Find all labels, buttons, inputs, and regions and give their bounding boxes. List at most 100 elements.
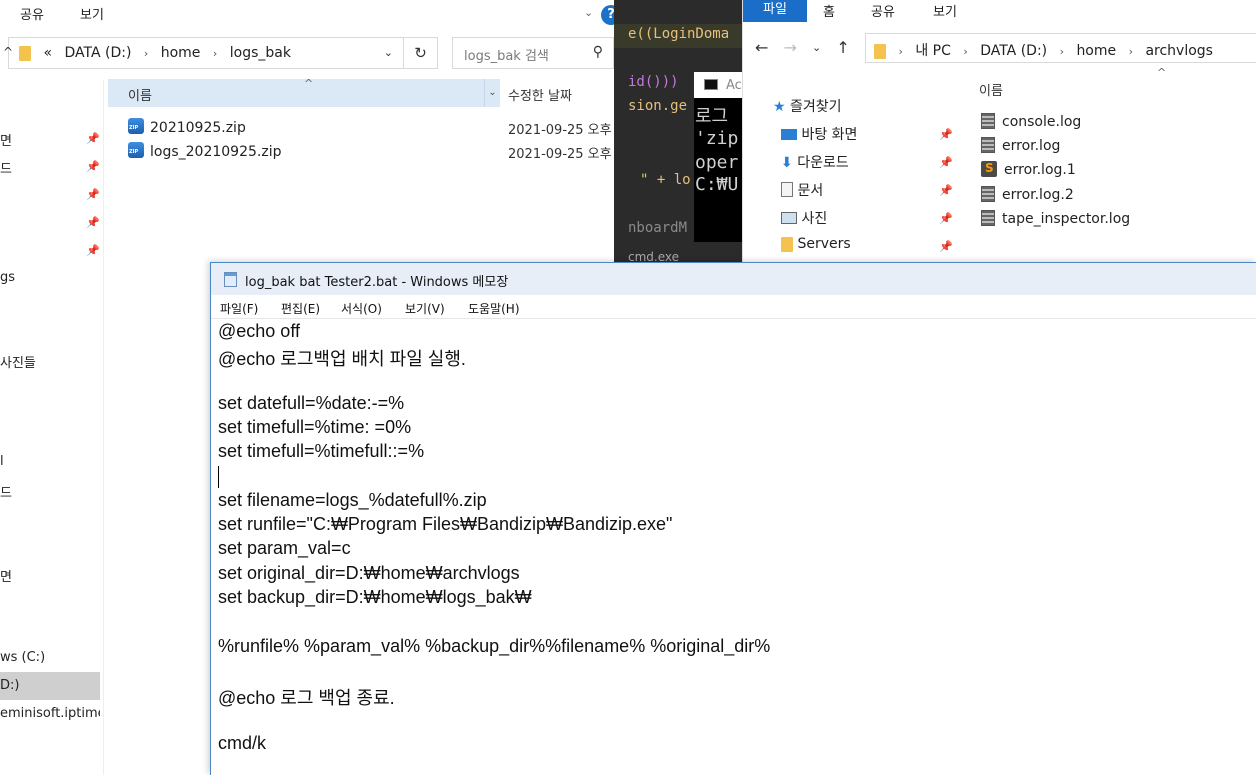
navigation-pane: 면 📌 드 📌 📌 📌 📌 gs 사진들 l 드 면 ws (C:) D:) e…	[0, 80, 104, 775]
text-line: %runfile% %param_val% %backup_dir%%filen…	[218, 636, 771, 656]
file-row[interactable]: logs_20210925.zip	[128, 142, 281, 160]
search-icon[interactable]: ⚲	[593, 44, 603, 60]
file-name: error.log	[1002, 138, 1061, 154]
pin-icon: 📌	[86, 188, 100, 201]
address-dropdown-icon[interactable]: ⌄	[384, 46, 393, 59]
file-row[interactable]: error.log.1	[981, 161, 1076, 178]
up-arrow-icon[interactable]: ^	[3, 45, 13, 59]
back-arrow-icon[interactable]: ←	[755, 38, 768, 57]
sort-up-icon: ^	[304, 77, 314, 90]
forward-arrow-icon[interactable]: →	[784, 38, 797, 57]
log-file-icon	[981, 113, 995, 129]
file-row[interactable]: error.log.2	[981, 186, 1074, 203]
nav-item[interactable]: 드	[0, 158, 100, 177]
nav-item-network[interactable]: eminisoft.iptime	[0, 706, 100, 721]
nav-item[interactable]: 면	[0, 566, 100, 585]
chevron-right-icon: ›	[143, 47, 149, 60]
menu-file[interactable]: 파일(F)	[220, 300, 258, 317]
file-row[interactable]: console.log	[981, 113, 1081, 130]
nav-item[interactable]: 드	[0, 482, 100, 501]
nav-label: 바탕 화면	[801, 127, 858, 143]
ribbon-expand-chevron-icon[interactable]: ⌄	[584, 6, 593, 19]
nav-item-quick-access[interactable]: ★ 즐겨찾기	[773, 96, 842, 116]
nav-item[interactable]: gs	[0, 270, 100, 285]
nav-item[interactable]: 면	[0, 130, 100, 149]
breadcrumb-drive[interactable]: DATA (D:)	[64, 45, 131, 61]
nav-item[interactable]: l	[0, 454, 100, 469]
ribbon-tab-share[interactable]: 공유	[20, 4, 44, 23]
text-line: set datefull=%date:-=%	[218, 393, 405, 413]
chevron-right-icon: ›	[1128, 45, 1133, 58]
address-bar[interactable]: › 내 PC › DATA (D:) › home › archvlogs	[865, 33, 1256, 63]
menu-help[interactable]: 도움말(H)	[468, 300, 520, 317]
file-row[interactable]: tape_inspector.log	[981, 210, 1130, 227]
nav-label: 다운로드	[797, 155, 849, 171]
file-name: error.log.1	[1004, 162, 1076, 178]
nav-label: 즐겨찾기	[790, 99, 842, 115]
nav-item[interactable]: 사진들	[0, 352, 100, 371]
desktop-icon	[781, 129, 797, 140]
breadcrumb-home[interactable]: home	[161, 45, 201, 61]
nav-item-servers[interactable]: Servers	[781, 236, 851, 252]
nav-item-drive-d[interactable]: D:)	[0, 672, 100, 700]
text-line: @echo off	[218, 321, 300, 341]
pin-icon: 📌	[939, 240, 953, 253]
recent-dropdown-icon[interactable]: ⌄	[812, 41, 821, 54]
log-file-icon	[981, 137, 995, 153]
ribbon: 파일 홈 공유 보기	[743, 0, 1256, 22]
sublime-text-icon	[981, 161, 997, 177]
file-row[interactable]: 20210925.zip	[128, 118, 246, 136]
breadcrumb-overflow[interactable]: «	[43, 45, 52, 61]
menu-format[interactable]: 서식(O)	[341, 300, 382, 317]
folder-icon	[781, 236, 793, 252]
search-box[interactable]: logs_bak 검색 ⚲	[452, 37, 614, 69]
notepad-icon	[224, 272, 237, 287]
code-line: sion.ge	[628, 98, 688, 114]
pictures-icon	[781, 212, 797, 224]
nav-item-drive-c[interactable]: ws (C:)	[0, 650, 100, 665]
text-line: set timefull=%time: =0%	[218, 417, 412, 437]
ribbon-tab-file[interactable]: 파일	[743, 0, 807, 22]
ribbon-tab-view[interactable]: 보기	[80, 4, 104, 23]
breadcrumb-drive[interactable]: DATA (D:)	[980, 43, 1047, 59]
column-header-name[interactable]: 이름 ^	[108, 77, 484, 107]
nav-item-downloads[interactable]: ⬇ 다운로드	[781, 152, 849, 172]
zip-file-icon	[128, 118, 144, 134]
file-modified: 2021-09-25 오후 7	[508, 123, 625, 138]
address-bar[interactable]: ^ « DATA (D:) › home › logs_bak ⌄	[3, 37, 404, 69]
breadcrumb-this-pc[interactable]: 내 PC	[915, 43, 951, 59]
up-arrow-icon[interactable]: ↑	[836, 38, 849, 57]
breadcrumb: « DATA (D:) › home › logs_bak	[19, 45, 299, 61]
breadcrumb: › 내 PC › DATA (D:) › home › archvlogs	[874, 40, 1221, 60]
nav-item-pictures[interactable]: 사진	[781, 208, 827, 228]
notepad-title-bar[interactable]: log_bak bat Tester2.bat - Windows 메모장	[211, 263, 1256, 295]
text-line: set original_dir=D:₩home₩archvlogs	[218, 563, 520, 583]
nav-item-documents[interactable]: 문서	[781, 180, 823, 200]
breadcrumb-home[interactable]: home	[1076, 43, 1116, 59]
cmd-title: Ac	[726, 78, 742, 93]
column-header-name[interactable]: 이름	[979, 80, 1003, 99]
nav-item-desktop[interactable]: 바탕 화면	[781, 124, 857, 144]
ribbon-tab-view[interactable]: 보기	[933, 1, 957, 20]
ribbon-tab-share[interactable]: 공유	[871, 1, 895, 20]
menu-view[interactable]: 보기(V)	[405, 300, 445, 317]
chevron-right-icon: ›	[963, 45, 968, 58]
ribbon-tab-home[interactable]: 홈	[823, 1, 835, 20]
menu-edit[interactable]: 편집(E)	[281, 300, 320, 317]
log-file-icon	[981, 186, 995, 202]
file-name: logs_20210925.zip	[150, 144, 282, 160]
breadcrumb-logs-bak[interactable]: logs_bak	[230, 45, 291, 61]
column-header-modified[interactable]: 수정한 날짜	[508, 85, 572, 104]
cmd-icon	[704, 79, 718, 90]
column-dropdown-icon[interactable]: ⌄	[484, 79, 500, 107]
column-name-label: 이름	[128, 89, 152, 104]
text-line: set filename=logs_%datefull%.zip	[218, 490, 487, 510]
pin-icon: 📌	[86, 244, 100, 257]
pin-icon: 📌	[86, 132, 100, 145]
file-row[interactable]: error.log	[981, 137, 1060, 154]
refresh-icon: ↻	[414, 44, 427, 62]
cmd-title-bar[interactable]: Ac	[694, 72, 742, 98]
breadcrumb-archvlogs[interactable]: archvlogs	[1145, 43, 1213, 59]
cmd-line: 'zip	[695, 128, 739, 149]
refresh-button[interactable]: ↻	[404, 37, 438, 69]
